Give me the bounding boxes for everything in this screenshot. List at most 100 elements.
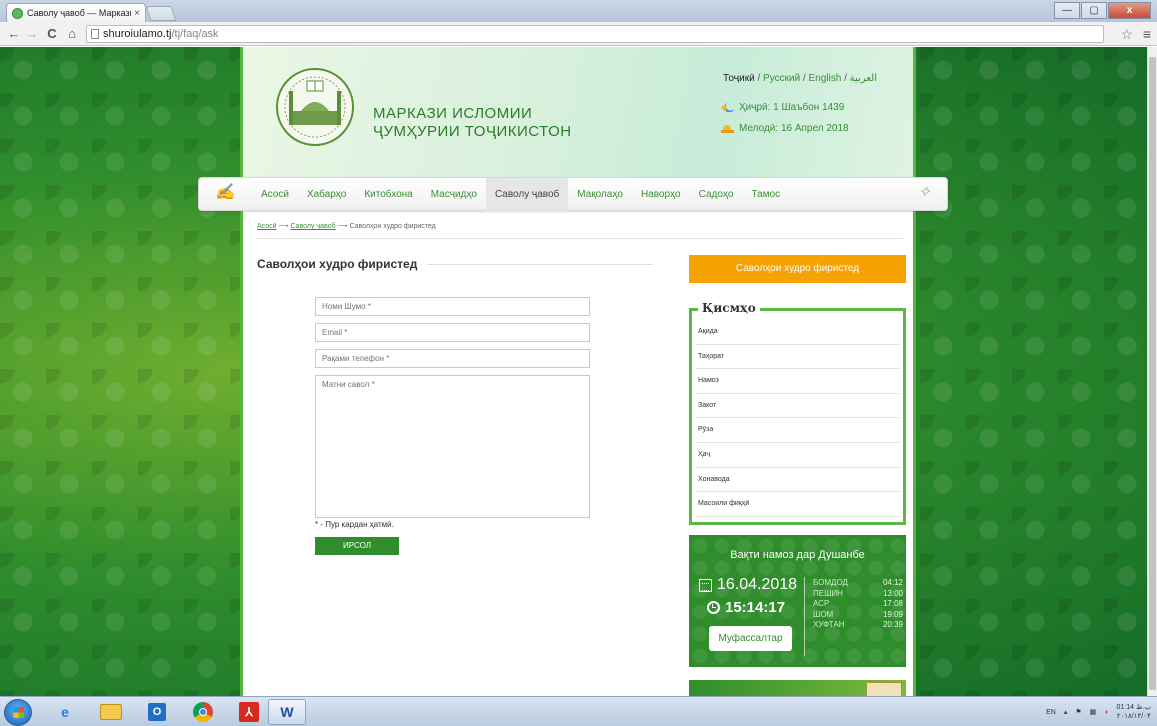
gregorian-date-text: Мелодӣ: 16 Апрел 2018 <box>739 123 849 134</box>
category-item[interactable]: Намоз <box>695 369 900 394</box>
window-maximize-button[interactable]: ▢ <box>1081 2 1107 19</box>
prayer-heading: Вақти намоз дар Душанбе <box>730 549 865 561</box>
calendar-icon <box>699 578 712 592</box>
system-tray: EN ▴ ⚑ ▦ ◖ 01:14 ب.ظ ۲۰۱۸/۱۴/۰۴ <box>1046 697 1151 726</box>
breadcrumb: Асосӣ ⟶ Саволу ҷавоб ⟶ Саволҳои худро фи… <box>257 222 436 230</box>
prayer-divider <box>804 577 805 656</box>
acrobat-icon[interactable]: ⅄ <box>230 699 268 725</box>
browser-toolbar: ← → C ⌂ shuroiulamo.tj/tj/faq/ask ☆ ≡ <box>0 22 1157 46</box>
language-switcher: Тоҷикӣ / Русский / English / العربية <box>723 73 877 84</box>
scrollbar-thumb[interactable] <box>1149 57 1156 690</box>
site-title-line2: ҶУМҲУРИИ ТОҶИКИСТОН <box>373 123 572 140</box>
outlook-icon[interactable]: O <box>138 699 176 725</box>
address-bar[interactable]: shuroiulamo.tj/tj/faq/ask <box>86 25 1104 43</box>
site-container: МАРКАЗИ ИСЛОМИИ ҶУМҲУРИИ ТОҶИКИСТОН Тоҷи… <box>240 47 916 696</box>
category-item[interactable]: Масоили фиқҳӣ <box>695 492 900 517</box>
page-title: Саволҳои худро фиристед <box>257 257 653 271</box>
home-icon[interactable]: ⌂ <box>64 25 80 43</box>
breadcrumb-home[interactable]: Асосӣ <box>257 223 277 230</box>
phone-input[interactable] <box>315 349 590 368</box>
clock-time: 01:14 ب.ظ <box>1116 704 1151 711</box>
name-input[interactable] <box>315 297 590 316</box>
bookmark-star-icon[interactable]: ☆ <box>1120 25 1133 43</box>
nav-item-home[interactable]: Асосӣ <box>252 178 298 212</box>
url-path: /tj/faq/ask <box>171 28 219 40</box>
back-icon[interactable]: ← <box>6 25 22 43</box>
internet-explorer-icon[interactable]: e <box>46 699 84 725</box>
forward-icon[interactable]: → <box>24 25 40 43</box>
nav-item-faq[interactable]: Саволу ҷавоб <box>485 178 569 212</box>
language-separator: / <box>754 73 764 84</box>
library-banner[interactable] <box>689 680 906 696</box>
browser-tab[interactable]: Саволу ҷавоб — Маркази × <box>6 3 146 22</box>
site-title[interactable]: МАРКАЗИ ИСЛОМИИ ҶУМҲУРИИ ТОҶИКИСТОН <box>373 105 572 141</box>
calligraphy-right-icon: ✧ <box>917 182 931 201</box>
start-button[interactable] <box>4 699 32 726</box>
window-close-button[interactable]: x <box>1108 2 1151 19</box>
prayer-time: 19:09 <box>882 609 903 619</box>
prayer-name: АСР <box>813 599 830 609</box>
prayer-details-button[interactable]: Муфассалтар <box>709 626 792 651</box>
site-header: МАРКАЗИ ИСЛОМИИ ҶУМҲУРИИ ТОҶИКИСТОН Тоҷи… <box>243 47 913 183</box>
page-scrollbar[interactable] <box>1147 47 1157 696</box>
prayer-date-text: 16.04.2018 <box>717 576 798 593</box>
category-item[interactable]: Таҳорат <box>695 345 900 370</box>
new-tab-button[interactable] <box>145 6 177 21</box>
prayer-time-row: ХУФТАН 20:39 <box>813 620 903 631</box>
category-item[interactable]: Закот <box>695 394 900 419</box>
language-english[interactable]: English <box>809 73 842 84</box>
nav-item-mosques[interactable]: Масҷидҳо <box>422 178 486 212</box>
nav-item-news[interactable]: Хабарҳо <box>298 178 355 212</box>
main-nav-items: Асосӣ Хабарҳо Китобхона Масҷидҳо Саволу … <box>252 178 789 212</box>
category-item[interactable]: Хонавода <box>695 468 900 493</box>
email-input[interactable] <box>315 323 590 342</box>
reload-icon[interactable]: C <box>44 25 60 43</box>
language-current[interactable]: Тоҷикӣ <box>723 73 755 84</box>
page-title-rule <box>427 263 653 265</box>
volume-icon[interactable]: ◖ <box>1104 709 1108 716</box>
page-viewport: МАРКАЗИ ИСЛОМИИ ҶУМҲУРИИ ТОҶИКИСТОН Тоҷи… <box>0 47 1157 696</box>
language-indicator[interactable]: EN <box>1046 709 1056 716</box>
category-item[interactable]: Рӯза <box>695 418 900 443</box>
category-item[interactable]: Ақида <box>695 320 900 345</box>
prayer-times-list: БОМДОД 04:12 ПЕШИН 13:00 АСР 17:08 ШОМ 19:09… <box>813 578 903 631</box>
calligraphy-left-icon: ✍ <box>215 182 235 201</box>
flag-icon[interactable]: ⚑ <box>1075 708 1081 716</box>
site-title-line1: МАРКАЗИ ИСЛОМИИ <box>373 105 533 122</box>
categories-list: Ақида Таҳорат Намоз Закот Рӯза Ҳаҷ Хонав… <box>695 320 900 517</box>
file-explorer-icon[interactable] <box>92 699 130 725</box>
breadcrumb-current: Саволҳои худро фиристед <box>349 223 436 230</box>
breadcrumb-section[interactable]: Саволу ҷавоб <box>291 223 336 230</box>
prayer-time-row: ШОМ 19:09 <box>813 610 903 621</box>
taskbar-clock[interactable]: 01:14 ب.ظ ۲۰۱۸/۱۴/۰۴ <box>1117 703 1151 721</box>
site-favicon-icon <box>12 7 23 19</box>
hijri-date-text: Ҳиҷрӣ: 1 Шаъбон 1439 <box>739 102 845 113</box>
window-minimize-button[interactable]: — <box>1054 2 1080 19</box>
network-icon[interactable]: ▦ <box>1090 708 1097 716</box>
language-separator: / <box>800 73 809 84</box>
browser-menu-icon[interactable]: ≡ <box>1143 25 1151 43</box>
ask-question-button[interactable]: Саволҳои худро фиристед <box>689 255 906 283</box>
category-item[interactable]: Ҳаҷ <box>695 443 900 468</box>
submit-button[interactable]: ИРСОЛ <box>315 537 399 555</box>
nav-item-videos[interactable]: Наворҳо <box>632 178 690 212</box>
windows-taskbar: e O ⅄ W EN ▴ ⚑ ▦ ◖ 01:14 ب.ظ ۲۰۱۸/۱۴/۰۴ <box>0 696 1157 726</box>
url-host: shuroiulamo.tj <box>103 28 172 40</box>
prayer-name: БОМДОД <box>813 578 848 587</box>
sun-icon <box>721 125 734 133</box>
tray-arrow-icon[interactable]: ▴ <box>1064 708 1068 716</box>
nav-item-library[interactable]: Китобхона <box>355 178 421 212</box>
language-russian[interactable]: Русский <box>763 73 800 84</box>
nav-item-contact[interactable]: Тамос <box>742 178 789 212</box>
site-logo-icon[interactable] <box>275 67 355 147</box>
language-arabic[interactable]: العربية <box>850 73 877 84</box>
tab-close-icon[interactable]: × <box>134 8 140 19</box>
nav-item-articles[interactable]: Мақолаҳо <box>568 178 632 212</box>
hijri-date: Ҳиҷрӣ: 1 Шаъбон 1439 <box>721 102 844 113</box>
nav-item-audio[interactable]: Садоҳо <box>690 178 743 212</box>
word-icon[interactable]: W <box>268 699 306 725</box>
question-textarea[interactable] <box>315 375 590 518</box>
prayer-time: 20:39 <box>882 620 903 630</box>
chrome-icon[interactable] <box>184 699 222 725</box>
browser-title-bar: Саволу ҷавоб — Маркази × — ▢ x <box>0 0 1157 22</box>
